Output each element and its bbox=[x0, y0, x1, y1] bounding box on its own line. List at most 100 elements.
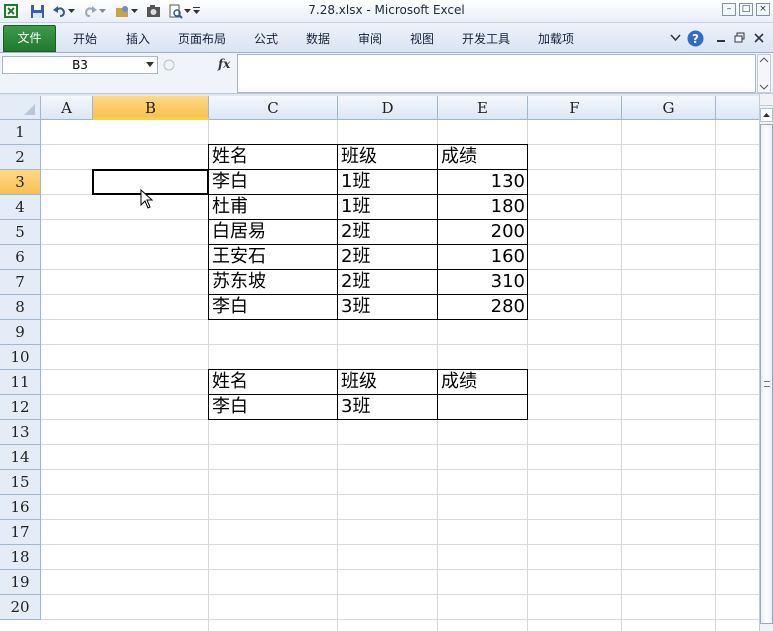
tab-page-layout[interactable]: 页面布局 bbox=[178, 30, 226, 47]
table-border-h bbox=[208, 169, 528, 170]
cell-e12[interactable] bbox=[438, 395, 528, 420]
cell-e5[interactable]: 200 bbox=[438, 220, 528, 245]
cell-c6[interactable]: 王安石 bbox=[209, 245, 338, 270]
row-header-10[interactable]: 10 bbox=[0, 345, 41, 370]
cell-c3[interactable]: 李白 bbox=[209, 170, 338, 195]
scroll-thumb[interactable] bbox=[760, 124, 773, 624]
table-border-h bbox=[208, 144, 528, 145]
cell-e11[interactable]: 成绩 bbox=[438, 370, 528, 395]
name-box-dropdown-icon[interactable] bbox=[146, 62, 154, 67]
row-header-8[interactable]: 8 bbox=[0, 295, 41, 320]
row-header-4[interactable]: 4 bbox=[0, 195, 41, 220]
tab-home[interactable]: 开始 bbox=[73, 30, 97, 47]
row-header-20[interactable]: 20 bbox=[0, 595, 41, 620]
cell-c11[interactable]: 姓名 bbox=[209, 370, 338, 395]
row-header-16[interactable]: 16 bbox=[0, 495, 41, 520]
select-all-corner[interactable] bbox=[0, 96, 41, 120]
cell-e8[interactable]: 280 bbox=[438, 295, 528, 320]
row-header-19[interactable]: 19 bbox=[0, 570, 41, 595]
column-header-g[interactable]: G bbox=[622, 96, 716, 120]
cell-e4[interactable]: 180 bbox=[438, 195, 528, 220]
table-border-v bbox=[527, 144, 528, 320]
cell-c5[interactable]: 白居易 bbox=[209, 220, 338, 245]
cell-c4[interactable]: 杜甫 bbox=[209, 195, 338, 220]
table-border-h bbox=[208, 369, 528, 370]
table-border-h bbox=[208, 394, 528, 395]
vertical-scrollbar[interactable] bbox=[759, 94, 773, 631]
gridline-h bbox=[41, 344, 759, 345]
cell-d5[interactable]: 2班 bbox=[338, 220, 438, 245]
column-header-b[interactable]: B bbox=[93, 96, 209, 120]
table-border-h bbox=[208, 419, 528, 420]
minimize-button[interactable]: – bbox=[722, 3, 736, 16]
row-header-12[interactable]: 12 bbox=[0, 395, 41, 420]
table-border-h bbox=[208, 244, 528, 245]
ribbon-collapse-icon[interactable] bbox=[668, 30, 683, 45]
cell-d8[interactable]: 3班 bbox=[338, 295, 438, 320]
column-header-a[interactable]: A bbox=[41, 96, 93, 120]
cell-d2[interactable]: 班级 bbox=[338, 145, 438, 170]
column-header-d[interactable]: D bbox=[338, 96, 438, 120]
cell-c8[interactable]: 李白 bbox=[209, 295, 338, 320]
gridline-v bbox=[715, 120, 716, 631]
workbook-close-icon[interactable] bbox=[751, 30, 766, 45]
row-header-6[interactable]: 6 bbox=[0, 245, 41, 270]
workbook-restore-icon[interactable] bbox=[732, 30, 747, 45]
maximize-button[interactable]: □ bbox=[739, 3, 753, 16]
close-button[interactable]: × bbox=[756, 3, 770, 16]
cell-e3[interactable]: 130 bbox=[438, 170, 528, 195]
column-header-c[interactable]: C bbox=[209, 96, 338, 120]
name-box[interactable]: B3 bbox=[2, 56, 158, 74]
insert-function-button[interactable]: fx bbox=[218, 57, 234, 73]
workbook-minimize-icon[interactable] bbox=[713, 30, 728, 45]
cell-d7[interactable]: 2班 bbox=[338, 270, 438, 295]
row-header-1[interactable]: 1 bbox=[0, 120, 41, 145]
column-header-f[interactable]: F bbox=[528, 96, 622, 120]
gridline-h bbox=[41, 544, 759, 545]
formula-input[interactable] bbox=[237, 54, 756, 93]
cell-e6[interactable]: 160 bbox=[438, 245, 528, 270]
formula-bar-scroll[interactable] bbox=[757, 54, 771, 93]
row-header-3[interactable]: 3 bbox=[0, 170, 41, 195]
split-box[interactable] bbox=[760, 94, 773, 106]
cell-c7[interactable]: 苏东坡 bbox=[209, 270, 338, 295]
cell-e2[interactable]: 成绩 bbox=[438, 145, 528, 170]
cell-d4[interactable]: 1班 bbox=[338, 195, 438, 220]
help-icon[interactable]: ? bbox=[687, 30, 704, 47]
row-header-13[interactable]: 13 bbox=[0, 420, 41, 445]
column-header-h[interactable] bbox=[716, 96, 759, 120]
cell-d6[interactable]: 2班 bbox=[338, 245, 438, 270]
row-header-11[interactable]: 11 bbox=[0, 370, 41, 395]
scroll-up-button[interactable] bbox=[760, 108, 773, 122]
row-header-2[interactable]: 2 bbox=[0, 145, 41, 170]
tab-review[interactable]: 审阅 bbox=[358, 30, 382, 47]
row-header-15[interactable]: 15 bbox=[0, 470, 41, 495]
row-header-5[interactable]: 5 bbox=[0, 220, 41, 245]
title-bar: 7.28.xlsx - Microsoft Excel – □ × bbox=[0, 0, 773, 23]
gridline-h bbox=[41, 619, 759, 620]
gridline-v bbox=[621, 120, 622, 631]
tab-data[interactable]: 数据 bbox=[306, 30, 330, 47]
tab-developer[interactable]: 开发工具 bbox=[462, 30, 510, 47]
cell-c12[interactable]: 李白 bbox=[209, 395, 338, 420]
cell-c2[interactable]: 姓名 bbox=[209, 145, 338, 170]
cell-e7[interactable]: 310 bbox=[438, 270, 528, 295]
cell-d3[interactable]: 1班 bbox=[338, 170, 438, 195]
tab-formulas[interactable]: 公式 bbox=[254, 30, 278, 47]
tab-view[interactable]: 视图 bbox=[410, 30, 434, 47]
tab-file[interactable]: 文件 bbox=[3, 25, 56, 52]
row-header-7[interactable]: 7 bbox=[0, 270, 41, 295]
row-header-17[interactable]: 17 bbox=[0, 520, 41, 545]
table-border-v bbox=[208, 369, 209, 420]
cell-d11[interactable]: 班级 bbox=[338, 370, 438, 395]
table-border-v bbox=[437, 144, 438, 320]
spreadsheet-grid[interactable]: ABCDEFG 1 2 3 4 5 6 7 8 9 10 11 12 13 14 15 16 17 18 19 20 … bbox=[0, 96, 759, 631]
row-header-9[interactable]: 9 bbox=[0, 320, 41, 345]
cell-d12[interactable]: 3班 bbox=[338, 395, 438, 420]
table-border-v bbox=[437, 369, 438, 420]
tab-addins[interactable]: 加载项 bbox=[538, 30, 574, 47]
row-header-18[interactable]: 18 bbox=[0, 545, 41, 570]
column-header-e[interactable]: E bbox=[438, 96, 528, 120]
tab-insert[interactable]: 插入 bbox=[126, 30, 150, 47]
row-header-14[interactable]: 14 bbox=[0, 445, 41, 470]
